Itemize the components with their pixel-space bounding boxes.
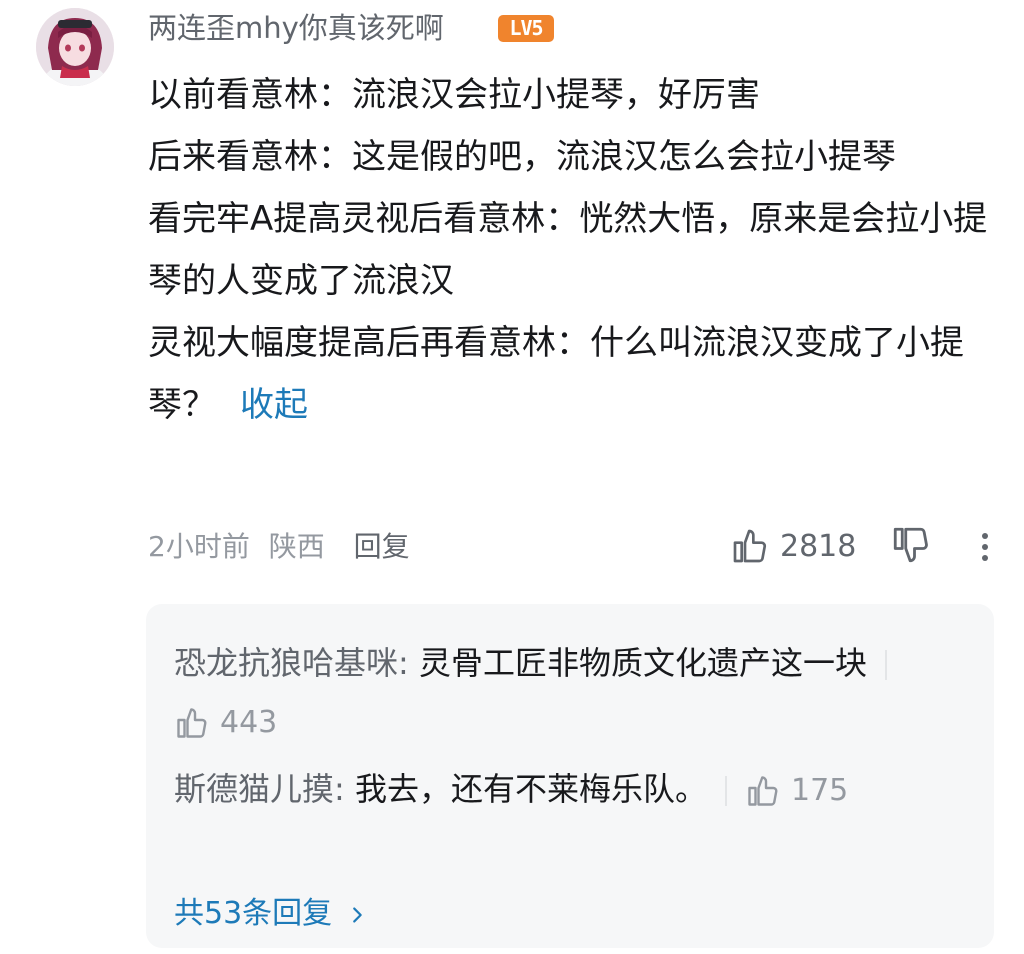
comment-body: 以前看意林：流浪汉会拉小提琴，好厉害 后来看意林：这是假的吧，流浪汉怎么会拉小提…: [148, 64, 998, 436]
avatar[interactable]: [36, 8, 114, 86]
divider: [724, 776, 727, 806]
comment-time: 2小时前: [148, 530, 250, 563]
chevron-right-icon: [352, 906, 362, 923]
reply-item[interactable]: 恐龙抗狼哈基咪: 灵骨工匠非物质文化遗产这一块 443: [174, 634, 964, 752]
reply-like-count: 175: [790, 773, 849, 808]
reply-text: 灵骨工匠非物质文化遗产这一块: [408, 644, 867, 682]
like-count: 2818: [780, 528, 857, 564]
collapse-link[interactable]: 收起: [240, 385, 308, 425]
reply-like-count: 443: [220, 705, 278, 740]
comment-line: 后来看意林：这是假的吧，流浪汉怎么会拉小提琴: [148, 137, 896, 177]
comment-meta: 2小时前 陕西 回复: [148, 525, 410, 569]
comment-line: 以前看意林：流浪汉会拉小提琴，好厉害: [148, 75, 760, 115]
dislike-button[interactable]: [890, 524, 932, 570]
thumbs-up-icon: [733, 529, 767, 563]
thumbs-up-icon: [748, 776, 778, 806]
comment-line: 看完牢A提高灵视后看意林：恍然大悟，原来是会拉小提琴的人变成了流浪汉: [148, 199, 988, 301]
level-badge: LV5: [498, 15, 554, 42]
view-all-replies-link[interactable]: 共53条回复: [174, 894, 368, 934]
total-replies-label: 共53条回复: [174, 896, 333, 931]
replies-box: 恐龙抗狼哈基咪: 灵骨工匠非物质文化遗产这一块 443 斯德猫儿摸: 我去，还有不…: [146, 604, 994, 948]
reply-text: 我去，还有不莱梅乐队。: [344, 770, 707, 808]
like-button[interactable]: 2818: [730, 522, 856, 570]
more-options-icon[interactable]: [970, 528, 1000, 568]
thumbs-down-icon: [893, 527, 928, 563]
reply-item[interactable]: 斯德猫儿摸: 我去，还有不莱梅乐队。 175: [174, 760, 964, 820]
reply-like-button[interactable]: 443: [174, 694, 277, 752]
reply-username[interactable]: 斯德猫儿摸:: [174, 770, 345, 808]
divider: [884, 650, 887, 680]
thumbs-up-icon: [177, 708, 207, 738]
comment-username[interactable]: 两连歪mhy你真该死啊: [148, 8, 444, 48]
reply-button[interactable]: 回复: [354, 530, 410, 563]
reply-username[interactable]: 恐龙抗狼哈基咪:: [174, 644, 409, 682]
comment-location: 陕西: [268, 530, 325, 563]
reply-like-button[interactable]: 175: [745, 762, 848, 820]
avatar-image: [36, 8, 114, 86]
